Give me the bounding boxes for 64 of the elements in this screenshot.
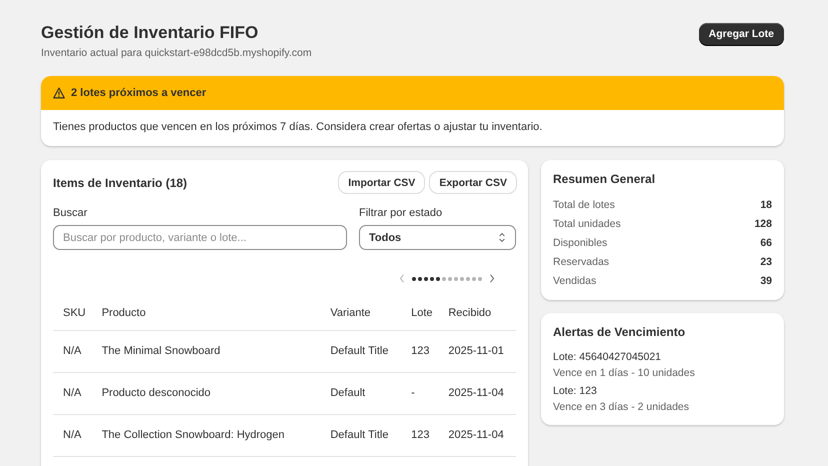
card-title: Alertas de Vencimiento (553, 325, 686, 339)
chevron-icon (498, 232, 506, 243)
csv-button[interactable]: Exportar CSV (430, 172, 516, 193)
previous-icon[interactable] (399, 274, 405, 283)
column-header: Variante (320, 307, 402, 330)
search-field[interactable]: Buscar por producto, variante o lote... (53, 225, 347, 250)
table-cell: Default Title (320, 414, 402, 456)
column-header: SKU (53, 307, 92, 330)
table-cell: - (401, 372, 438, 414)
stat-value: 39 (760, 274, 772, 288)
field-label: Buscar (53, 207, 88, 219)
column-header: Recibido (438, 307, 516, 330)
table-cell: 2025-11-04 (438, 372, 516, 414)
table-cell: Producto desconocido (92, 372, 320, 414)
page-dot[interactable] (418, 276, 422, 280)
column-header: Lote (401, 307, 438, 330)
banner-title: 2 lotes próximos a vencer (71, 87, 206, 99)
alert-detail: Vence en 3 días - 2 unidades (553, 401, 690, 413)
table-cell: 2025-11-04 (438, 414, 516, 456)
page-subtitle: Inventario actual para quickstart-e98dcd5b.myshopify.com (41, 47, 312, 59)
page-dot[interactable] (454, 276, 458, 280)
page-dot[interactable] (478, 276, 482, 280)
column-header: Producto (92, 307, 320, 330)
page-dot[interactable] (460, 276, 464, 280)
table-cell: 123 (401, 414, 438, 456)
stat-value: 66 (760, 236, 772, 250)
page-dot[interactable] (448, 276, 452, 280)
add-lot-button[interactable]: Agregar Lote (698, 23, 784, 45)
alert-lot: Lote: 45640427045021 (553, 351, 662, 363)
page-dot[interactable] (430, 276, 434, 280)
table-cell: N/A (53, 330, 92, 372)
card-title: Items de Inventario (18) (53, 176, 188, 190)
page-dot[interactable] (424, 276, 428, 280)
table-cell: Default (320, 372, 402, 414)
table-cell: 123 (401, 330, 438, 372)
stat-value: 18 (760, 198, 772, 212)
page-dot[interactable] (436, 276, 440, 280)
alert-lot: Lote: 123 (553, 385, 598, 397)
page-dot[interactable] (442, 276, 446, 280)
warning-icon (53, 87, 65, 99)
page-dot[interactable] (466, 276, 470, 280)
stat-value: 23 (760, 255, 772, 269)
page-dot[interactable] (472, 276, 476, 280)
field-label: Filtrar por estado (359, 207, 444, 219)
status-select[interactable]: Todos (359, 225, 516, 250)
stat-label: Total unidades (553, 217, 621, 231)
table-cell: Default Title (320, 330, 402, 372)
banner-message: Tienes productos que vencen en los próximos 7 días. Considera crear ofertas o ajustar tu inventario. (52, 120, 544, 135)
table-cell: N/A (53, 372, 92, 414)
stat-label: Disponibles (553, 236, 608, 250)
table-cell: The Minimal Snowboard (92, 330, 320, 372)
stat-value: 128 (754, 217, 772, 231)
table-cell: 2025-11-01 (438, 330, 516, 372)
page-dot[interactable] (412, 276, 416, 280)
stat-label: Reservadas (553, 255, 610, 269)
stat-label: Total de lotes (553, 198, 615, 212)
alert-detail: Vence en 1 días - 10 unidades (553, 367, 696, 379)
table-cell: The Collection Snowboard: Hydrogen (92, 414, 320, 456)
table-cell: N/A (53, 414, 92, 456)
next-icon[interactable] (489, 274, 495, 283)
stat-label: Vendidas (553, 274, 596, 288)
csv-button[interactable]: Importar CSV (339, 172, 424, 193)
page-title: Gestión de Inventario FIFO (41, 22, 260, 44)
card-title: Resumen General (553, 172, 656, 186)
